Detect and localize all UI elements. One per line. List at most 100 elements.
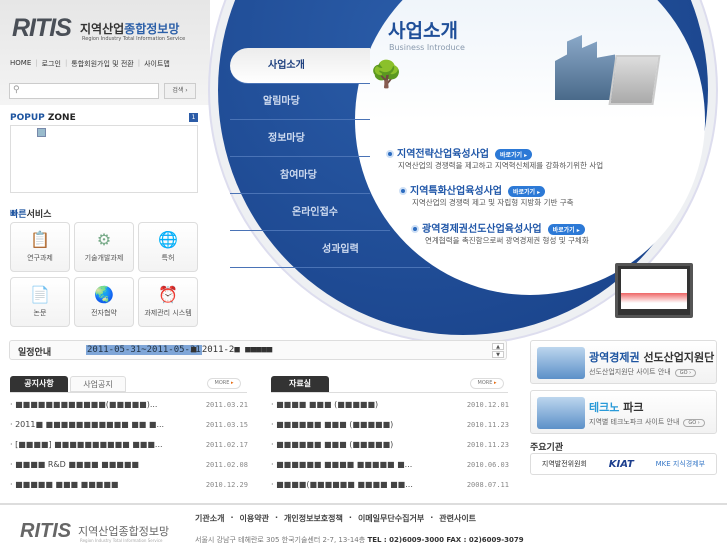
list-item-title[interactable]: ■■■■(■■■■■■ ■■■■ ■■... [276,480,413,489]
list-item[interactable]: · ■■■■(■■■■■■ ■■■■ ■■... 2008.07.11 [271,479,509,499]
footer-link[interactable]: 이메일무단수집거부 [358,513,424,524]
footer-logo-subtitle: Region Industry Total Information Servic… [80,538,163,543]
logo-title-b: 종합정보망 [124,22,180,36]
quick-project-system[interactable]: ⏰ 과제관리 시스템 [138,277,198,327]
schedule-text[interactable]: ■ 2011-2■ ■■■■■ [191,345,272,355]
tab-archive[interactable]: 자료실 [271,376,329,392]
archive-list: · ■■■■ ■■■ (■■■■■) 2010.12.01 · ■■■■■■ ■■■… [271,399,509,499]
logo[interactable]: RITIS [12,14,72,43]
footer-link[interactable]: 기관소개 [195,513,224,524]
search-icon: ⚲ [13,85,20,95]
list-item-text: · ■■■■ R&D ■■■■ ■■■■■ [10,459,139,479]
list-item-date: 2008.07.11 [466,481,509,489]
quick-label: 특허 [161,254,175,262]
menu-info[interactable]: 정보마당 [230,121,370,157]
org-link[interactable]: MKE 지식경제부 [656,459,705,469]
orgs-title: 주요기관 [530,443,564,453]
quick-label: 전자협약 [91,309,117,317]
menu-business-intro[interactable]: 사업소개 [230,48,370,84]
quick-title-b: 서비스 [26,210,52,220]
list-item-title[interactable]: ■■■■ R&D ■■■■ ■■■■■ [15,460,139,469]
search-input[interactable]: ⚲ [9,83,159,99]
go-button[interactable]: GO › [674,369,697,377]
biz-item-title[interactable]: 지역전략산업육성사업 [397,149,489,160]
banner-title-a: 광역경제권 [589,351,640,364]
list-item[interactable]: · ■■■■■■■■■■■■(■■■■■)... 2011.03.21 [10,399,248,419]
broken-image-icon[interactable] [37,128,46,137]
list-item[interactable]: · ■■■■■ ■■■ ■■■■■ 2010.12.29 [10,479,248,499]
banner-technopark[interactable]: 테크노 파크 지역별 테크노파크 사이트 안내 GO › [530,390,717,434]
notice-more-button[interactable]: MORE ▸ [207,378,241,389]
biz-item-desc: 지역산업의 경쟁력 제고 및 자립형 지방화 기반 구축 [412,198,574,207]
menu-performance[interactable]: 성과입력 [230,232,430,268]
menu-notice[interactable]: 알림마당 [230,84,370,120]
menu-online-apply[interactable]: 온라인접수 [230,195,390,231]
nav-signup[interactable]: 통합회원가입 및 전환 [71,59,133,69]
tab-business-notice[interactable]: 사업공지 [70,376,126,392]
divider [10,392,247,393]
go-button[interactable]: 바로가기 ▸ [495,148,533,160]
go-button[interactable]: 바로가기 ▸ [508,185,546,197]
quick-e-contract[interactable]: 🌏 전자협약 [74,277,134,327]
list-item-title[interactable]: ■■■■■■ ■■■ (■■■■■) [276,420,393,429]
list-item-title[interactable]: [■■■■] ■■■■■■■■■■ ■■■... [15,440,162,449]
footer-link[interactable]: 관련사이트 [439,513,476,524]
org-link[interactable]: 지역발전위원회 [542,459,587,469]
list-item-title[interactable]: ■■■■■■ ■■■ (■■■■■) [276,440,393,449]
nav-sitemap[interactable]: 사이트맵 [144,59,170,69]
popup-page-button[interactable]: 1 [189,113,198,122]
list-item-text: · 2011■ ■■■■■■■■■■■ ■■ ■... [10,419,164,439]
more-label: MORE [477,380,493,386]
list-item[interactable]: · ■■■■■■ ■■■ (■■■■■) 2010.11.23 [271,439,509,459]
biz-item-1: 지역전략산업육성사업 바로가기 ▸ [386,145,533,160]
scroll-down-button[interactable]: ▼ [492,351,504,358]
quick-patent[interactable]: 🌐 특허 [138,222,198,272]
quick-paper[interactable]: 📄 논문 [10,277,70,327]
quick-tech-dev[interactable]: ⚙ 기술개발과제 [74,222,134,272]
go-button[interactable]: 바로가기 ▸ [547,223,585,235]
quick-service-title: 빠른서비스 [10,207,51,220]
nav-login[interactable]: 로그인 [42,59,61,69]
biz-item-title[interactable]: 광역경제권선도산업육성사업 [422,224,542,235]
list-item-title[interactable]: ■■■■■ ■■■ ■■■■■ [15,480,118,489]
list-item-text: · [■■■■] ■■■■■■■■■■ ■■■... [10,439,163,459]
list-item[interactable]: · ■■■■■■ ■■■ (■■■■■) 2010.11.23 [271,419,509,439]
list-item-title[interactable]: ■■■■■■ ■■■■ ■■■■■ ■... [276,460,412,469]
footer-links: 기관소개 · 이용약관 · 개인정보보호정책 · 이메일무단수집거부 · 관련사이트 [195,513,477,524]
menu-participation[interactable]: 참여마당 [230,158,370,194]
list-item-date: 2011.03.21 [205,401,248,409]
quick-research[interactable]: 📋 연구과제 [10,222,70,272]
search-button[interactable]: 검색 › [164,83,196,99]
banner-leading-industry[interactable]: 광역경제권 선도산업지원단 선도산업지원단 사이트 안내 GO › [530,340,717,384]
footer-link[interactable]: 이용약관 [240,513,269,524]
biz-item-desc: 지역산업의 경쟁력을 제고하고 지역혁신체제를 강화하기위한 사업 [398,161,604,170]
list-item-text: · ■■■■■ ■■■ ■■■■■ [10,479,118,499]
list-item[interactable]: · ■■■■ ■■■ (■■■■■) 2010.12.01 [271,399,509,419]
footer-link[interactable]: 개인정보보호정책 [284,513,343,524]
list-item[interactable]: · [■■■■] ■■■■■■■■■■ ■■■... 2011.02.17 [10,439,248,459]
nav-home[interactable]: HOME [10,59,31,69]
scroll-up-button[interactable]: ▲ [492,343,504,350]
popup-title-a: POPUP [10,113,45,123]
list-item[interactable]: · ■■■■■■ ■■■■ ■■■■■ ■... 2010.06.03 [271,459,509,479]
clock-icon: ⏰ [158,285,178,304]
list-item-title[interactable]: 2011■ ■■■■■■■■■■■ ■■ ■... [15,420,164,429]
list-item-title[interactable]: ■■■■■■■■■■■■(■■■■■)... [15,400,157,409]
list-item[interactable]: · 2011■ ■■■■■■■■■■■ ■■ ■... 2011.03.15 [10,419,248,439]
paper-icon: 📄 [30,285,50,304]
schedule-selected-text[interactable]: 2011-05-31~2011-05-31 [86,345,202,355]
list-item-title[interactable]: ■■■■ ■■■ (■■■■■) [276,400,378,409]
banner-desc-text: 선도산업지원단 사이트 안내 [589,368,671,376]
list-item[interactable]: · ■■■■ R&D ■■■■ ■■■■■ 2011.02.08 [10,459,248,479]
biz-item-title[interactable]: 지역특화산업육성사업 [410,186,502,197]
windows-image [537,397,585,429]
quick-label: 기술개발과제 [84,254,124,262]
banner-desc: 지역별 테크노파크 사이트 안내 GO › [589,417,705,427]
list-item-text: · ■■■■■■ ■■■ (■■■■■) [271,439,393,459]
tab-notice[interactable]: 공지사항 [10,376,68,392]
orgs-box: 지역발전위원회 KIAT MKE 지식경제부 [530,453,717,475]
contact-text: TEL : 02)6009-3000 FAX : 02)6009-3079 [367,536,524,544]
go-button[interactable]: GO › [683,419,705,427]
archive-more-button[interactable]: MORE ▸ [470,378,504,389]
org-link[interactable]: KIAT [609,459,634,470]
